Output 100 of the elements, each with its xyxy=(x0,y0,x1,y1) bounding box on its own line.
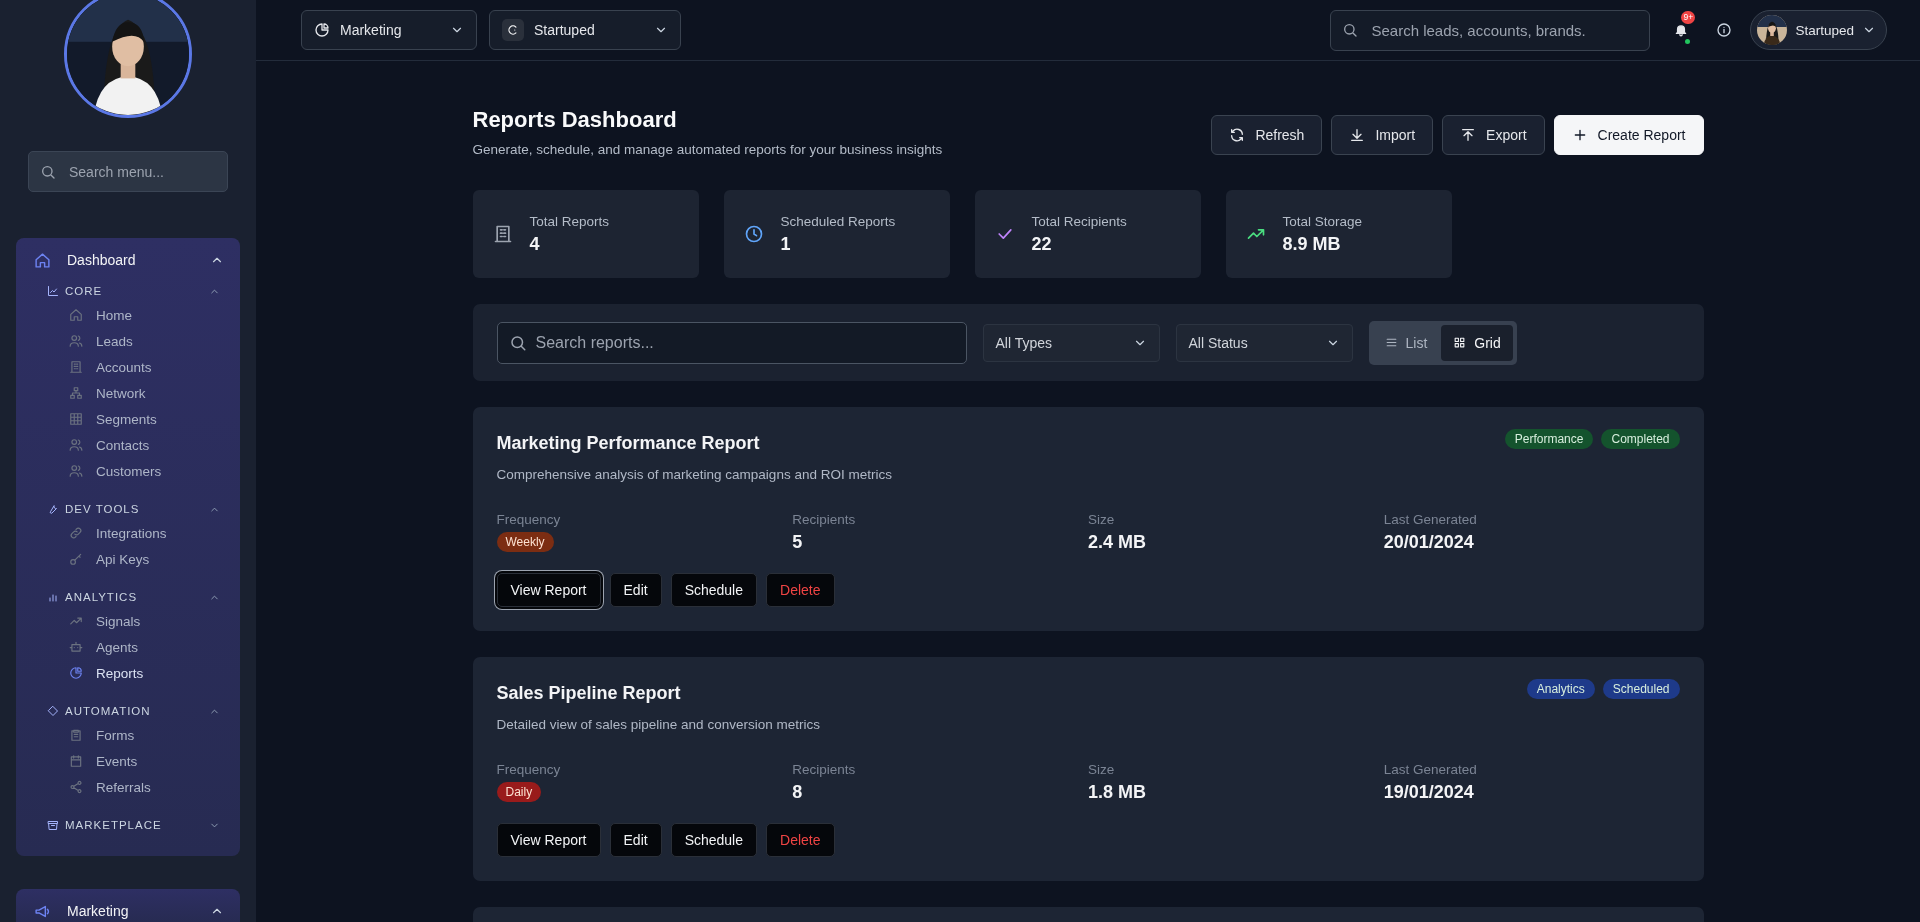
view-button[interactable]: View Report xyxy=(496,823,601,857)
share-icon xyxy=(69,780,83,794)
report-title: Marketing Performance Report xyxy=(496,432,761,454)
network-icon xyxy=(69,386,83,400)
import-button[interactable]: Import xyxy=(1331,115,1434,155)
info-icon[interactable] xyxy=(1716,22,1733,38)
nav-item[interactable]: Leads xyxy=(16,328,240,354)
detail-label: Frequency xyxy=(496,512,562,527)
home-icon xyxy=(69,308,83,322)
tag: Performance xyxy=(1504,429,1594,449)
key-icon xyxy=(69,552,83,566)
trend-icon xyxy=(69,614,83,628)
filter-dropdown[interactable]: All Status xyxy=(1175,323,1353,362)
tag: Scheduled xyxy=(1602,679,1680,699)
workspace-dropdown[interactable]: Marketing xyxy=(301,10,477,50)
store-icon xyxy=(47,819,59,831)
stat-label: Total Reports xyxy=(529,213,610,229)
detail-label: Size xyxy=(1088,512,1116,527)
building-icon xyxy=(492,224,513,244)
view-option[interactable]: Grid xyxy=(1441,324,1513,361)
detail-label: Frequency xyxy=(496,762,562,777)
brand-dropdown[interactable]: Startuped xyxy=(489,10,681,50)
stat-value: 4 xyxy=(529,233,541,255)
users-icon xyxy=(69,464,83,478)
nav-item[interactable]: Forms xyxy=(16,722,240,748)
nav-item[interactable]: Api Keys xyxy=(16,546,240,572)
upload-icon xyxy=(1460,127,1477,143)
view-button[interactable]: View Report xyxy=(496,573,601,607)
edit-button[interactable]: Edit xyxy=(609,573,662,607)
pie-chart-icon xyxy=(314,22,330,38)
detail-label: Size xyxy=(1088,762,1116,777)
nav-group[interactable]: CORE xyxy=(16,280,240,302)
nav-item[interactable]: Integrations xyxy=(16,520,240,546)
calendar-icon xyxy=(69,754,83,768)
nav-group[interactable]: ANALYTICS xyxy=(16,586,240,608)
user-menu[interactable]: Startuped xyxy=(1750,10,1887,50)
edit-button[interactable]: Edit xyxy=(609,823,662,857)
create-button[interactable]: Create Report xyxy=(1553,115,1704,155)
status-dot xyxy=(1685,39,1691,44)
page-title: Reports Dashboard xyxy=(472,106,678,133)
detail-value: 5 xyxy=(792,532,804,553)
link-icon xyxy=(69,526,83,540)
detail-label: Last Generated xyxy=(1383,762,1478,777)
detail-label: Recipients xyxy=(792,762,857,777)
nav-section[interactable]: Marketing xyxy=(16,897,240,922)
notification-badge: 9+ xyxy=(1681,11,1696,24)
stat-label: Total Storage xyxy=(1282,213,1363,229)
refresh-icon xyxy=(1229,127,1246,143)
download-icon xyxy=(1349,127,1366,143)
stat-value: 1 xyxy=(780,233,792,255)
users-icon xyxy=(69,438,83,452)
pie-chart-icon xyxy=(69,666,83,680)
nav-item[interactable]: Segments xyxy=(16,406,240,432)
nav-item[interactable]: Reports xyxy=(16,660,240,686)
detail-label: Recipients xyxy=(792,512,857,527)
nav-group[interactable]: AUTOMATION xyxy=(16,700,240,722)
logo-icon xyxy=(502,19,524,41)
nav-item[interactable]: Signals xyxy=(16,608,240,634)
wrench-icon xyxy=(47,503,59,515)
detail-value: 19/01/2024 xyxy=(1383,782,1475,803)
detail-value: 2.4 MB xyxy=(1088,532,1148,553)
nav-item[interactable]: Contacts xyxy=(16,432,240,458)
nav-item[interactable]: Customers xyxy=(16,458,240,484)
schedule-button[interactable]: Schedule xyxy=(670,823,758,857)
detail-label: Last Generated xyxy=(1383,512,1478,527)
nav-section[interactable]: Dashboard xyxy=(16,246,240,274)
nav-item[interactable]: Network xyxy=(16,380,240,406)
report-title: Sales Pipeline Report xyxy=(496,682,682,704)
nav-group[interactable]: DEV TOOLS xyxy=(16,498,240,520)
building-icon xyxy=(69,360,83,374)
schedule-button[interactable]: Schedule xyxy=(670,573,758,607)
refresh-button[interactable]: Refresh xyxy=(1211,115,1323,155)
export-button[interactable]: Export xyxy=(1442,115,1545,155)
view-option[interactable]: List xyxy=(1372,324,1440,361)
stat-value: 22 xyxy=(1031,233,1053,255)
tag: Analytics xyxy=(1526,679,1595,699)
stat-label: Scheduled Reports xyxy=(780,213,896,229)
detail-value: 20/01/2024 xyxy=(1383,532,1475,553)
filter-dropdown[interactable]: All Types xyxy=(982,323,1160,362)
tag: Completed xyxy=(1601,429,1680,449)
nav-item[interactable]: Agents xyxy=(16,634,240,660)
nav-item[interactable]: Home xyxy=(16,302,240,328)
nav-item[interactable]: Accounts xyxy=(16,354,240,380)
delete-button[interactable]: Delete xyxy=(766,823,835,857)
delete-button[interactable]: Delete xyxy=(766,573,835,607)
grid-icon xyxy=(69,412,83,426)
diamond-icon xyxy=(47,705,59,717)
search-field[interactable]: Search reports... xyxy=(496,321,967,364)
search-field[interactable]: Search menu... xyxy=(28,151,228,192)
users-icon xyxy=(69,334,83,348)
search-field[interactable]: Search leads, accounts, brands. xyxy=(1330,9,1651,51)
nav-item[interactable]: Referrals xyxy=(16,774,240,800)
report-description: Comprehensive analysis of marketing campaigns and ROI metrics xyxy=(496,467,892,482)
nav-item[interactable]: Events xyxy=(16,748,240,774)
nav-group[interactable]: MARKETPLACE xyxy=(16,814,240,836)
list-icon xyxy=(1384,336,1398,349)
detail-value: 8 xyxy=(792,782,804,803)
clipboard-icon xyxy=(69,728,83,742)
bell-icon[interactable] xyxy=(1674,23,1689,37)
robot-icon xyxy=(69,640,83,654)
